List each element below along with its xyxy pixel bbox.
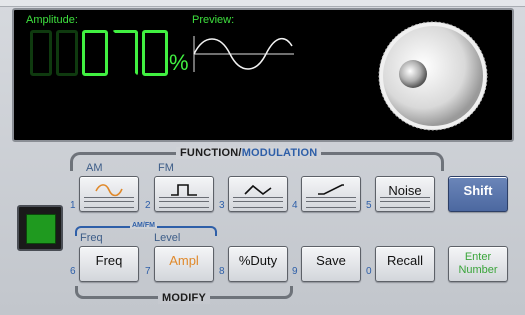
enter-number-button[interactable]: Enter Number — [448, 246, 508, 282]
fm-label: FM — [158, 162, 174, 174]
key-number-7: 7 — [145, 266, 151, 277]
noise-button[interactable]: Noise — [375, 176, 435, 212]
knob-dimple — [399, 60, 427, 88]
output-toggle-button[interactable] — [17, 205, 63, 251]
key-number-8: 8 — [219, 266, 225, 277]
waveform-preview — [193, 36, 294, 72]
sine-icon — [95, 184, 123, 197]
key-number-3: 3 — [219, 200, 225, 211]
freq-mod-label: Freq — [80, 232, 103, 244]
duty-button[interactable]: %Duty — [228, 246, 288, 282]
preview-label: Preview: — [192, 14, 235, 26]
lcd-display: Amplitude: Preview: % — [12, 8, 514, 142]
triangle-icon — [244, 184, 272, 196]
noise-button-label: Noise — [388, 183, 422, 198]
button-lines — [84, 197, 134, 208]
digit-0 — [142, 30, 168, 76]
key-number-5: 5 — [366, 200, 372, 211]
unit-label: % — [169, 50, 189, 75]
freq-button[interactable]: Freq — [79, 246, 139, 282]
recall-button[interactable]: Recall — [375, 246, 435, 282]
modulation-title: MODULATION — [241, 147, 318, 159]
button-lines — [306, 197, 356, 208]
ampl-button[interactable]: Ampl — [154, 246, 214, 282]
ramp-icon — [318, 184, 344, 195]
key-number-2: 2 — [145, 200, 151, 211]
key-number-6: 6 — [70, 266, 76, 277]
key-number-9: 9 — [292, 266, 298, 277]
function-section-title: FUNCTION/MODULATION — [176, 147, 322, 159]
save-button[interactable]: Save — [301, 246, 361, 282]
output-led — [26, 214, 56, 244]
shift-button-label: Shift — [463, 183, 493, 198]
key-number-1: 1 — [70, 200, 76, 211]
key-number-4: 4 — [292, 200, 298, 211]
ramp-wave-button[interactable] — [301, 176, 361, 212]
button-lines — [159, 197, 209, 208]
digit-0 — [82, 30, 108, 76]
rotary-knob[interactable] — [377, 20, 489, 132]
level-mod-label: Level — [154, 232, 181, 244]
shift-button[interactable]: Shift — [448, 176, 508, 212]
amplitude-label: Amplitude: — [26, 14, 78, 26]
button-lines — [380, 197, 430, 208]
ampl-button-label: Ampl — [169, 253, 199, 268]
triangle-wave-button[interactable] — [228, 176, 288, 212]
am-label: AM — [86, 162, 103, 174]
modify-section-title: MODIFY — [158, 292, 210, 304]
knob-body — [383, 26, 483, 126]
ghost-digit — [56, 30, 78, 76]
freq-button-label: Freq — [95, 253, 123, 268]
button-lines — [233, 197, 283, 208]
ghost-digit — [30, 30, 52, 76]
enter-line1: Enter — [464, 251, 492, 263]
square-icon — [171, 184, 197, 196]
amfm-label: AM/FM — [130, 222, 157, 229]
top-bar — [0, 0, 525, 7]
digit-7 — [112, 30, 138, 76]
enter-line2: Number — [458, 264, 498, 276]
key-number-0: 0 — [366, 266, 372, 277]
function-title: FUNCTION/ — [180, 147, 242, 159]
recall-button-label: Recall — [386, 253, 424, 268]
save-button-label: Save — [316, 253, 346, 268]
square-wave-button[interactable] — [154, 176, 214, 212]
sine-wave-button[interactable] — [79, 176, 139, 212]
duty-button-label: %Duty — [238, 253, 278, 268]
